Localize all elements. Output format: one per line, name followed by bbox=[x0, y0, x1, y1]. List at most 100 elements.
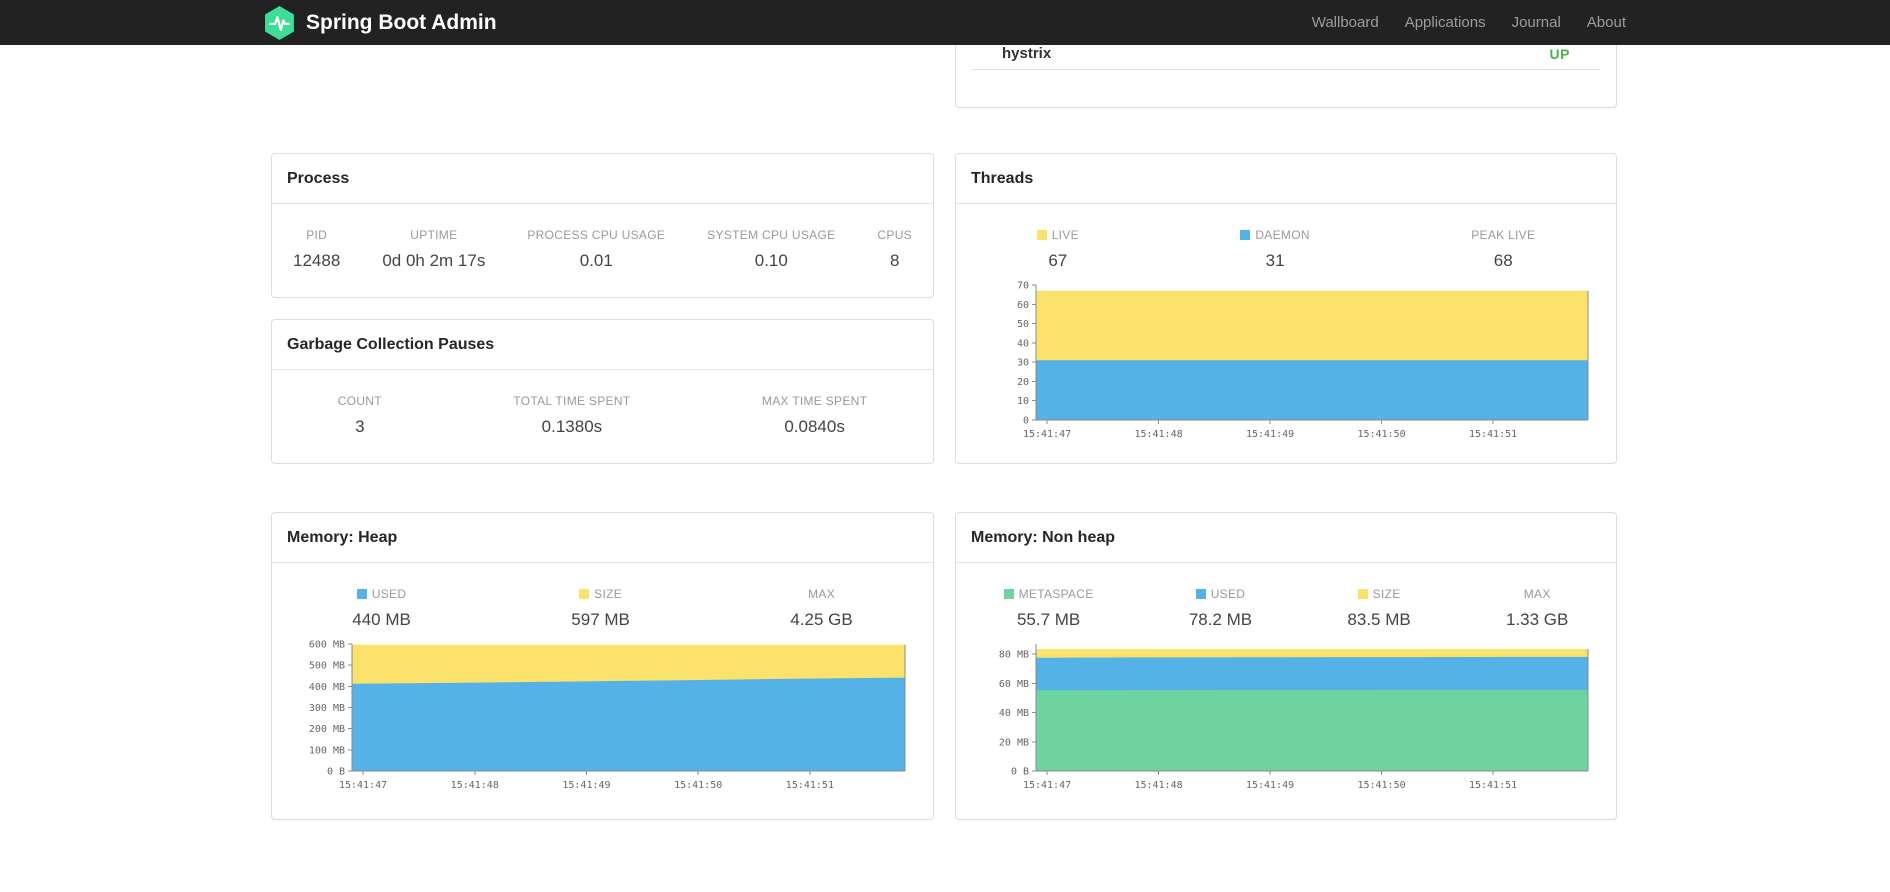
metric-label-text: MAX bbox=[808, 587, 835, 601]
svg-text:400 MB: 400 MB bbox=[309, 682, 345, 693]
svg-text:40: 40 bbox=[1017, 338, 1029, 349]
application-name[interactable]: hystrix bbox=[1002, 45, 1051, 62]
metric-label-text: PEAK LIVE bbox=[1471, 228, 1536, 242]
svg-text:15:41:47: 15:41:47 bbox=[1023, 429, 1071, 440]
svg-text:15:41:51: 15:41:51 bbox=[1469, 429, 1517, 440]
brand-title: Spring Boot Admin bbox=[306, 10, 497, 34]
metric-label: MAX bbox=[1506, 587, 1568, 601]
metric-label: SIZE bbox=[1347, 587, 1410, 601]
metric-value: 0.01 bbox=[579, 251, 613, 270]
metric-threads-live: LIVE 67 bbox=[1036, 228, 1079, 271]
svg-text:15:41:47: 15:41:47 bbox=[339, 780, 387, 791]
applications-status-panel: hystrix UP bbox=[955, 36, 1617, 108]
metric-heap-used: USED 440 MB bbox=[352, 587, 411, 630]
metric-value: 68 bbox=[1493, 251, 1513, 270]
metric-label-text: METASPACE bbox=[1018, 587, 1094, 601]
threads-legend: LIVE 67 DAEMON 31 PEAK LIVE 68 bbox=[956, 204, 1616, 271]
svg-text:15:41:50: 15:41:50 bbox=[674, 780, 722, 791]
metric-label: COUNT bbox=[337, 394, 382, 408]
daemon-legend-swatch bbox=[1240, 230, 1251, 240]
nonheap-panel-title: Memory: Non heap bbox=[956, 513, 1616, 563]
process-metrics: PID 12488 UPTIME 0d 0h 2m 17s PROCESS CP… bbox=[272, 204, 933, 271]
metric-value: 4.25 GB bbox=[790, 610, 853, 629]
svg-text:0 B: 0 B bbox=[327, 767, 345, 778]
metric-value: 0.0840s bbox=[784, 417, 845, 436]
metric-nonheap-max: MAX 1.33 GB bbox=[1506, 587, 1568, 630]
metric-label-text: USED bbox=[1210, 587, 1246, 601]
svg-text:500 MB: 500 MB bbox=[309, 661, 345, 672]
used-legend-swatch bbox=[356, 589, 367, 599]
svg-text:10: 10 bbox=[1017, 396, 1029, 407]
svg-text:80 MB: 80 MB bbox=[999, 650, 1029, 661]
svg-text:60: 60 bbox=[1017, 300, 1029, 311]
metric-uptime: UPTIME 0d 0h 2m 17s bbox=[382, 228, 485, 271]
svg-text:40 MB: 40 MB bbox=[999, 708, 1029, 719]
metric-label: PEAK LIVE bbox=[1471, 228, 1535, 242]
metric-value: 3 bbox=[355, 417, 365, 436]
metric-value: 83.5 MB bbox=[1347, 610, 1411, 629]
svg-text:100 MB: 100 MB bbox=[309, 745, 345, 756]
svg-text:50: 50 bbox=[1017, 319, 1029, 330]
threads-area-chart: 0 10 20 30 40 50 60 70 15:41:47 15:41:48 15:41:49 1… bbox=[956, 277, 1616, 452]
svg-text:30: 30 bbox=[1017, 358, 1029, 369]
live-legend-swatch bbox=[1036, 230, 1047, 240]
svg-text:20 MB: 20 MB bbox=[999, 737, 1029, 748]
process-panel-title: Process bbox=[272, 154, 933, 204]
svg-text:15:41:48: 15:41:48 bbox=[451, 780, 499, 791]
svg-text:0: 0 bbox=[1023, 416, 1029, 427]
application-status-badge: UP bbox=[1549, 45, 1570, 62]
metric-label: SYSTEM CPU USAGE bbox=[707, 228, 836, 242]
svg-text:15:41:48: 15:41:48 bbox=[1134, 429, 1182, 440]
metric-process-cpu-usage: PROCESS CPU USAGE 0.01 bbox=[527, 228, 665, 271]
metric-nonheap-used: USED 78.2 MB bbox=[1189, 587, 1252, 630]
metric-value: 67 bbox=[1048, 251, 1068, 270]
metric-value: 597 MB bbox=[571, 610, 630, 629]
metric-nonheap-size: SIZE 83.5 MB bbox=[1347, 587, 1410, 630]
metric-label: CPUS bbox=[877, 228, 912, 242]
nav-item-journal[interactable]: Journal bbox=[1499, 14, 1574, 31]
nav-item-about[interactable]: About bbox=[1574, 14, 1626, 31]
metric-value: 1.33 GB bbox=[1505, 610, 1569, 629]
metric-label: SIZE bbox=[571, 587, 630, 601]
memory-heap-panel: Memory: Heap USED 440 MB SIZE 597 MB MAX… bbox=[271, 512, 934, 820]
metric-value: 8 bbox=[889, 251, 900, 270]
metric-label: TOTAL TIME SPENT bbox=[513, 394, 631, 408]
heap-legend: USED 440 MB SIZE 597 MB MAX 4.25 GB bbox=[272, 563, 933, 630]
gc-metrics: COUNT 3 TOTAL TIME SPENT 0.1380s MAX TIM… bbox=[272, 370, 933, 437]
svg-text:300 MB: 300 MB bbox=[309, 703, 345, 714]
metric-value: 440 MB bbox=[352, 610, 411, 629]
metric-label: METASPACE bbox=[1003, 587, 1094, 601]
gc-panel-title: Garbage Collection Pauses bbox=[272, 320, 933, 370]
svg-text:15:41:50: 15:41:50 bbox=[1357, 780, 1405, 791]
process-panel: Process PID 12488 UPTIME 0d 0h 2m 17s PR… bbox=[271, 153, 934, 298]
metric-label-text: SIZE bbox=[594, 587, 623, 601]
svg-text:15:41:49: 15:41:49 bbox=[562, 780, 610, 791]
metric-value: 31 bbox=[1265, 251, 1285, 270]
metric-label: LIVE bbox=[1036, 228, 1079, 242]
threads-panel-title: Threads bbox=[956, 154, 1616, 204]
nav-item-applications[interactable]: Applications bbox=[1392, 14, 1499, 31]
svg-text:200 MB: 200 MB bbox=[309, 724, 345, 735]
size-legend-swatch bbox=[579, 589, 590, 599]
nav-item-wallboard[interactable]: Wallboard bbox=[1299, 14, 1392, 31]
metric-label: MAX bbox=[790, 587, 852, 601]
metric-label: UPTIME bbox=[410, 228, 458, 242]
svg-text:20: 20 bbox=[1017, 377, 1029, 388]
heap-panel-title: Memory: Heap bbox=[272, 513, 933, 563]
svg-text:15:41:49: 15:41:49 bbox=[1246, 780, 1294, 791]
metric-value: 0.1380s bbox=[541, 417, 603, 436]
metric-cpus: CPUS 8 bbox=[877, 228, 912, 271]
nav-links: Wallboard Applications Journal About bbox=[1299, 14, 1626, 31]
gc-pauses-panel: Garbage Collection Pauses COUNT 3 TOTAL … bbox=[271, 319, 934, 464]
used-legend-swatch bbox=[1195, 589, 1206, 599]
metric-heap-max: MAX 4.25 GB bbox=[790, 587, 852, 630]
memory-heap-area-chart: 0 B 100 MB 200 MB 300 MB 400 MB 500 MB 600 MB 1… bbox=[272, 636, 933, 803]
metric-gc-total-time: TOTAL TIME SPENT 0.1380s bbox=[513, 394, 630, 437]
metric-gc-count: COUNT 3 bbox=[338, 394, 382, 437]
metric-label: PID bbox=[306, 228, 328, 242]
size-legend-swatch bbox=[1357, 589, 1368, 599]
brand[interactable]: Spring Boot Admin bbox=[264, 5, 497, 40]
metric-gc-max-time: MAX TIME SPENT 0.0840s bbox=[762, 394, 867, 437]
metric-label-text: MAX bbox=[1523, 587, 1551, 601]
metric-label: DAEMON bbox=[1240, 228, 1310, 242]
